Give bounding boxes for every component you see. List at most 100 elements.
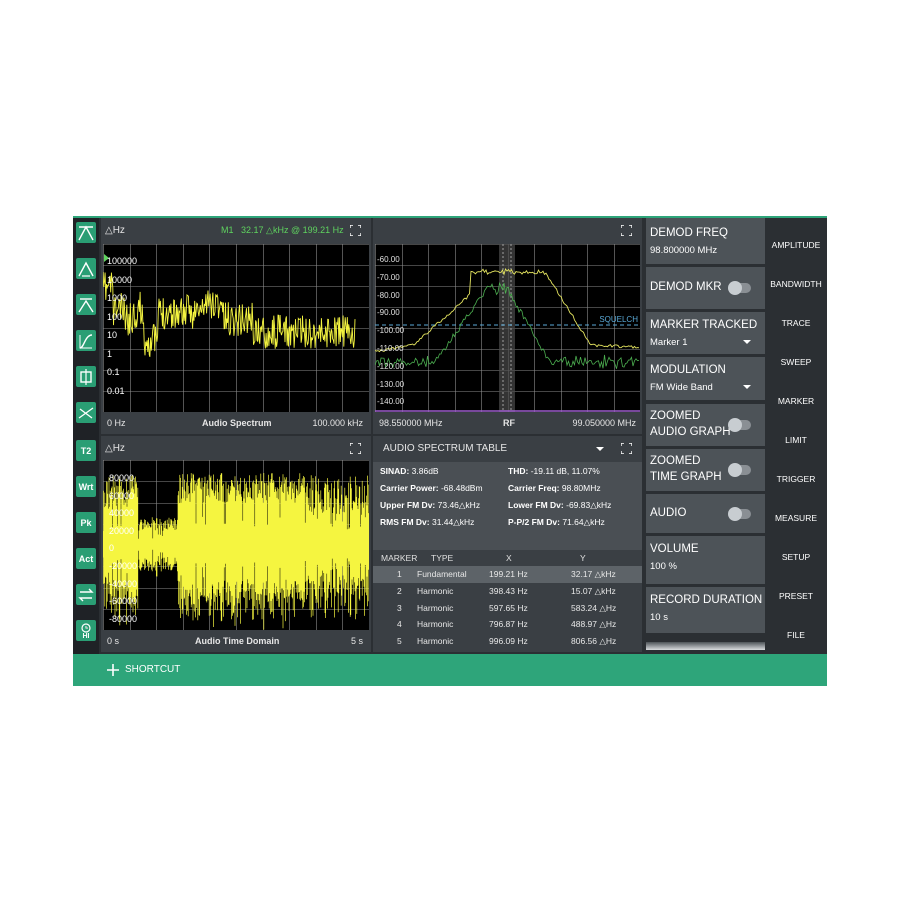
setting-demod-mkr[interactable]: DEMOD MKR: [646, 267, 765, 309]
spectrum-trace: [103, 271, 356, 358]
expand-icon[interactable]: [350, 225, 361, 236]
x-stop-label: 100.000 kHz: [312, 418, 363, 428]
table-row[interactable]: 1 Fundamental 199.21 Hz 32.17 △kHz: [373, 566, 642, 583]
peak-search-button[interactable]: [76, 258, 96, 279]
setting-demod-freq[interactable]: DEMOD FREQ 98.800000 MHz: [646, 218, 765, 264]
setting-modulation[interactable]: MODULATION FM Wide Band: [646, 357, 765, 400]
toggle-switch[interactable]: [728, 281, 751, 295]
setting-value: 10 s: [650, 612, 668, 623]
table-row[interactable]: 5 Harmonic 996.09 Hz 806.56 △Hz: [373, 633, 642, 650]
peak-search-icon: [78, 261, 94, 277]
menu-amplitude[interactable]: AMPLITUDE: [765, 240, 827, 250]
setting-zoomed-time-graph[interactable]: ZOOMED TIME GRAPH: [646, 449, 765, 491]
scroll-indicator: [646, 642, 765, 650]
column-header[interactable]: MARKER: [381, 553, 417, 563]
summary-label: P-P/2 FM Dv:: [508, 517, 560, 527]
setting-title: AUDIO: [650, 506, 687, 519]
table-cell: 806.56 △Hz: [571, 636, 617, 647]
toolbar-wrt-button[interactable]: Wrt: [76, 476, 96, 497]
toolbar-act-button[interactable]: Act: [76, 548, 96, 569]
setting-volume[interactable]: VOLUME 100 %: [646, 536, 765, 584]
column-header[interactable]: TYPE: [431, 553, 453, 563]
setting-title: DEMOD FREQ: [650, 227, 728, 239]
menu-setup[interactable]: SETUP: [765, 552, 827, 562]
toggle-switch[interactable]: [728, 506, 751, 521]
column-header[interactable]: Y: [580, 553, 586, 563]
column-header[interactable]: X: [506, 553, 512, 563]
no-signal-button[interactable]: [76, 402, 96, 423]
toolbar-pk-button[interactable]: Pk: [76, 512, 96, 533]
table-cell: Harmonic: [417, 602, 454, 613]
y-tick-label: -130.00: [377, 379, 405, 389]
summary-value: 3.86dB: [411, 466, 439, 476]
panel-header: △Hz M1 32.17 △kHz @ 199.21 Hz: [101, 218, 371, 244]
y-tick-label: -60000: [109, 596, 138, 607]
setting-title: MODULATION: [650, 364, 726, 376]
y-tick-label: 20000: [109, 525, 135, 536]
panel-header: AUDIO SPECTRUM TABLE: [373, 436, 642, 462]
setting-title-line2: TIME GRAPH: [650, 471, 722, 483]
y-tick-label: 10: [107, 330, 118, 340]
table-row[interactable]: 4 Harmonic 796.87 Hz 488.97 △Hz: [373, 616, 642, 633]
swap-icon: [78, 588, 94, 601]
y-tick-label: -110.00: [377, 344, 404, 353]
y-tick-label: 40000: [109, 508, 135, 519]
marker-peak-button[interactable]: [76, 222, 96, 243]
toggle-switch[interactable]: [728, 463, 751, 477]
summary-label: Carrier Freq:: [508, 483, 560, 493]
summary-item: THD: -19.11 dB, 11.07%: [508, 466, 600, 476]
menu-limit[interactable]: LIMIT: [765, 435, 827, 445]
menu-trace[interactable]: TRACE: [765, 318, 827, 328]
setting-zoomed-audio-graph[interactable]: ZOOMED AUDIO GRAPH: [646, 404, 765, 446]
chevron-down-icon[interactable]: [743, 385, 751, 389]
y-tick-label: -140.00: [377, 397, 405, 407]
menu-marker[interactable]: MARKER: [765, 396, 827, 406]
summary-item: Lower FM Dv: -69.83△kHz: [508, 500, 611, 511]
toggle-switch[interactable]: [728, 418, 751, 432]
table-cell: Harmonic: [417, 636, 454, 647]
x-start-label: 0 Hz: [107, 418, 126, 428]
menu-preset[interactable]: PRESET: [765, 591, 827, 601]
menu-sweep[interactable]: SWEEP: [765, 357, 827, 367]
menu-trigger[interactable]: TRIGGER: [765, 474, 827, 484]
menu-file[interactable]: FILE: [765, 630, 827, 640]
y-tick-label: -120.00: [377, 361, 405, 371]
y-tick-label: 0.1: [107, 367, 120, 377]
panel-header: △Hz: [101, 436, 371, 462]
audio-spectrum-plot[interactable]: 100000 10000 1000 100 10 1 0.1 0.01: [103, 244, 369, 412]
expand-icon[interactable]: [621, 225, 632, 236]
bracket-button[interactable]: [76, 366, 96, 387]
table-row[interactable]: 2 Harmonic 398.43 Hz 15.07 △kHz: [373, 583, 642, 600]
rf-plot[interactable]: -60.00 -70.00 -80.00 -90.00 -100.00 -110.00 -1…: [375, 244, 640, 412]
menu-measure[interactable]: MEASURE: [765, 513, 827, 523]
y-tick-label: 80000: [109, 473, 135, 483]
next-peak-button[interactable]: [76, 294, 96, 315]
swap-button[interactable]: [76, 584, 96, 605]
y-tick-label: 60000: [109, 490, 135, 501]
setting-record-duration[interactable]: RECORD DURATION 10 s: [646, 587, 765, 633]
menu-bandwidth[interactable]: BANDWIDTH: [765, 279, 827, 289]
audio-spectrum-table-panel: AUDIO SPECTRUM TABLE SINAD: 3.86dB THD: -…: [373, 436, 642, 663]
marker-readout: 32.17 △kHz @ 199.21 Hz: [241, 225, 344, 235]
shortcut-button[interactable]: SHORTCUT: [107, 654, 197, 686]
setting-audio[interactable]: AUDIO: [646, 494, 765, 533]
chevron-down-icon[interactable]: [596, 447, 604, 451]
toolbar-t2-button[interactable]: T2: [76, 440, 96, 461]
table-row[interactable]: 3 Harmonic 597.65 Hz 583.24 △Hz: [373, 600, 642, 617]
summary-label: Upper FM Dv:: [380, 500, 436, 510]
shortcut-label: SHORTCUT: [125, 664, 181, 675]
summary-item: Carrier Freq: 98.80MHz: [508, 483, 601, 493]
expand-icon[interactable]: [621, 443, 632, 454]
table-cell: 583.24 △Hz: [571, 602, 617, 613]
setting-marker-tracked[interactable]: MARKER TRACKED Marker 1: [646, 312, 765, 354]
audio-time-plot[interactable]: 80000 60000 40000 20000 0 -20000 -40000 -60000 -…: [103, 460, 369, 630]
ramp-button[interactable]: [76, 330, 96, 351]
summary-value: 71.64△kHz: [562, 517, 605, 527]
marker-name: M1: [221, 225, 234, 235]
chevron-down-icon[interactable]: [743, 340, 751, 344]
summary-item: P-P/2 FM Dv: 71.64△kHz: [508, 517, 605, 528]
y-tick-label: 10000: [107, 274, 133, 285]
bottom-bar: SHORTCUT: [73, 654, 827, 686]
expand-icon[interactable]: [350, 443, 361, 454]
clock-hi-button[interactable]: HI: [76, 620, 96, 641]
